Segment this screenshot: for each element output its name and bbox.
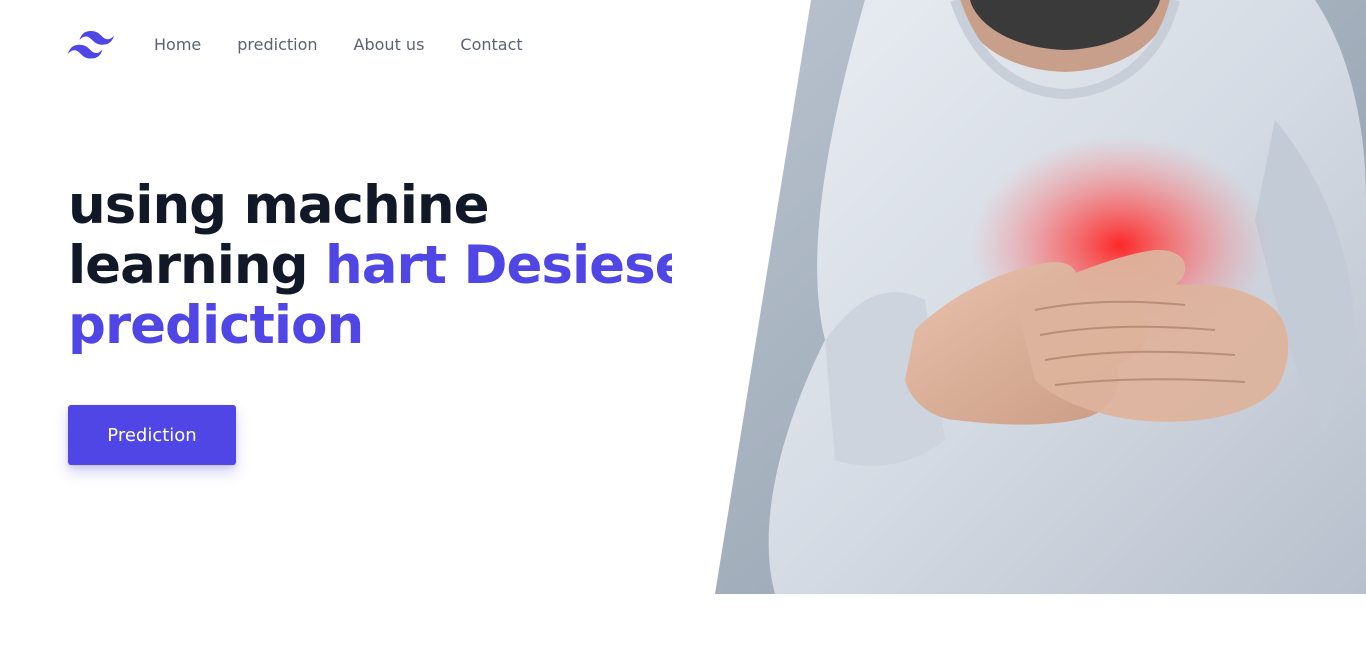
logo-link[interactable] — [68, 29, 114, 61]
tailwind-wave-logo-icon — [68, 30, 114, 59]
hero-title-plain: learning — [68, 235, 309, 296]
hero-title-line-2: learning hart Desiese — [68, 236, 672, 296]
hero-title-line-3: prediction — [68, 295, 364, 356]
top-nav: Home prediction About us Contact — [68, 24, 523, 66]
nav-link-contact[interactable]: Contact — [460, 24, 522, 66]
hero-image — [715, 0, 1366, 594]
nav-link-home[interactable]: Home — [154, 24, 201, 66]
nav-link-prediction[interactable]: prediction — [237, 24, 317, 66]
nav-link-about-us[interactable]: About us — [354, 24, 425, 66]
hero-section: using machine learning hart Desiese pred… — [68, 176, 672, 356]
nav-links: Home prediction About us Contact — [154, 24, 523, 66]
man-clutching-chest-photo — [715, 0, 1366, 594]
landing-page: Home prediction About us Contact using m… — [0, 0, 1366, 650]
hero-title-line-1: using machine — [68, 176, 490, 236]
hero-title: using machine learning hart Desiese pred… — [68, 176, 672, 356]
prediction-button[interactable]: Prediction — [68, 405, 236, 465]
hero-title-accent: hart Desiese — [325, 235, 672, 296]
